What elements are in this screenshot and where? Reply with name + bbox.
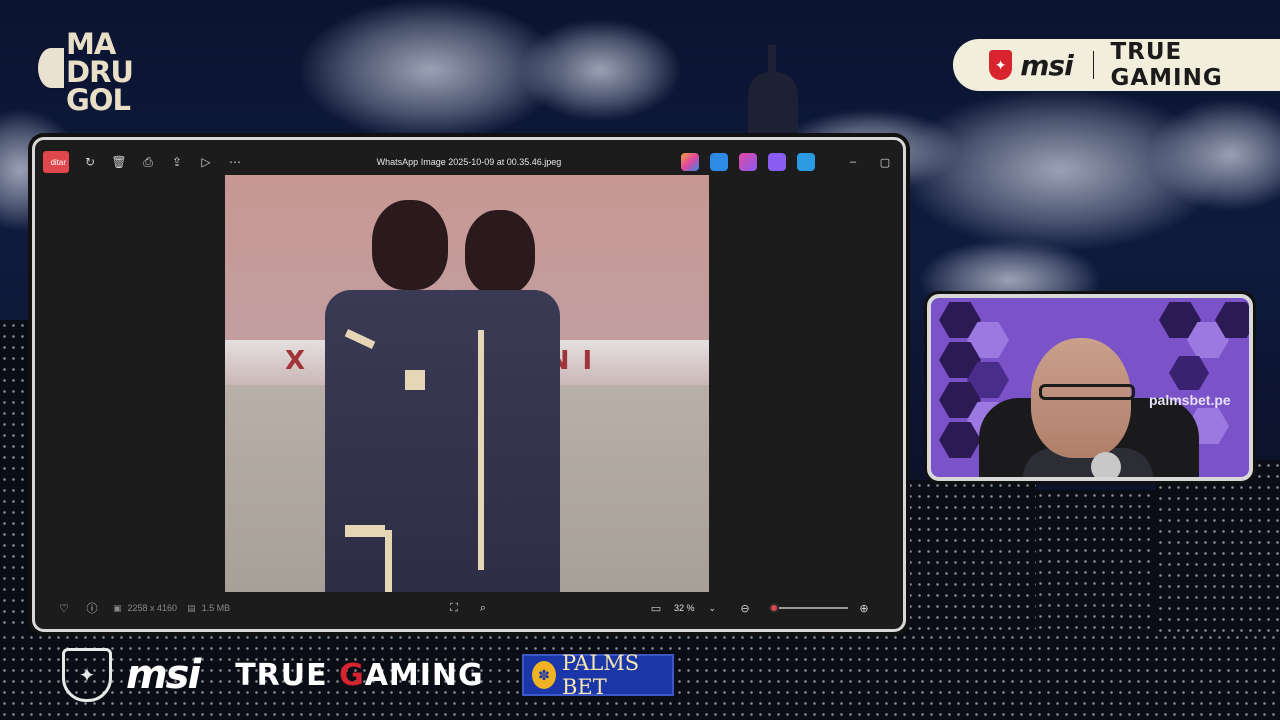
- msi-dragon-icon: ✦: [989, 50, 1013, 80]
- slideshow-icon[interactable]: ▷: [195, 151, 217, 173]
- cloud: [520, 20, 680, 120]
- palmsbet-text: palmsbet.pe: [1149, 392, 1231, 408]
- info-icon[interactable]: ⓘ: [83, 599, 101, 617]
- delete-icon[interactable]: 🗑: [108, 151, 130, 173]
- photo-viewer-window: ditar ↻ 🗑 ⎙ ⇪ ▷ ⋯ WhatsApp Image 2025-10…: [32, 137, 906, 632]
- palms-bet-text: PALMS BET: [561, 651, 640, 699]
- visual-search-icon[interactable]: ⌕: [474, 599, 492, 617]
- title-bar: ditar ↻ 🗑 ⎙ ⇪ ▷ ⋯ WhatsApp Image 2025-10…: [43, 148, 895, 176]
- file-size: 1.5 MB: [201, 603, 231, 613]
- msi-true-gaming-sponsor: ✦ msi TRUE GAMING: [62, 648, 484, 702]
- zoom-dropdown[interactable]: 32 % ⌄: [668, 597, 722, 619]
- true-gaming-text: TRUE GAMING: [1110, 39, 1223, 91]
- logo-line: DRU: [66, 55, 134, 89]
- print-icon[interactable]: ⎙: [137, 151, 159, 173]
- more-icon[interactable]: ⋯: [224, 151, 246, 173]
- paint-app-icon[interactable]: [768, 153, 786, 171]
- tg-part: AMING: [364, 657, 484, 693]
- zoom-value: 32 %: [674, 603, 695, 613]
- logo-line: GOL: [66, 83, 131, 117]
- chevron-down-icon: ⌄: [708, 602, 716, 613]
- copilot-app-icon[interactable]: [681, 153, 699, 171]
- true-gaming-text: TRUE GAMING: [235, 658, 483, 693]
- clipchamp-app-icon[interactable]: [710, 153, 728, 171]
- zoom-slider[interactable]: [768, 603, 848, 613]
- tower-top: [748, 72, 798, 142]
- zoom-in-icon[interactable]: ⊕: [855, 599, 873, 617]
- image-icon: ▣: [113, 602, 122, 613]
- banner-text: X: [285, 346, 308, 376]
- divider: [1092, 51, 1095, 79]
- file-icon: ▤: [187, 602, 196, 613]
- logo-line: MA: [66, 27, 116, 61]
- glasses: [1039, 384, 1135, 400]
- crop-icon[interactable]: ⛶: [445, 599, 463, 617]
- msi-wordmark: msi: [1020, 48, 1073, 82]
- onedrive-app-icon[interactable]: [797, 153, 815, 171]
- msi-wordmark: msi: [126, 652, 201, 698]
- minimize-button[interactable]: –: [845, 156, 861, 168]
- zoom-out-icon[interactable]: ⊖: [736, 599, 754, 617]
- fit-to-window-icon[interactable]: ▭: [647, 599, 665, 617]
- designer-app-icon[interactable]: [739, 153, 757, 171]
- rotate-icon[interactable]: ↻: [79, 151, 101, 173]
- tg-part: G: [339, 657, 365, 693]
- webcam-feed: palmsbet.pe: [927, 294, 1253, 481]
- palms-badge: [1169, 356, 1209, 390]
- msi-true-gaming-banner: ✦ msi TRUE GAMING: [953, 39, 1280, 91]
- restore-button[interactable]: ▢: [877, 156, 893, 169]
- madrugol-logo: MA DRU GOL: [36, 30, 156, 120]
- football-icon: [36, 46, 66, 90]
- app-icons: [681, 153, 815, 171]
- palms-bet-logo: ✽ PALMS BET: [522, 651, 674, 699]
- edit-button[interactable]: ditar: [43, 151, 69, 173]
- image-dimensions: 2258 x 4160: [127, 603, 178, 613]
- msi-dragon-icon: ✦: [62, 648, 112, 702]
- share-icon[interactable]: ⇪: [166, 151, 188, 173]
- tower-spire: [768, 45, 776, 75]
- photo-canvas[interactable]: X I N I: [225, 175, 709, 592]
- tg-part: TRUE: [235, 657, 340, 693]
- window-controls: – ▢: [845, 148, 893, 176]
- palm-tree-icon: ✽: [532, 661, 556, 689]
- status-bar: ♡ ⓘ ▣ 2258 x 4160 ▤ 1.5 MB ⛶ ⌕ ▭ 32 % ⌄ …: [43, 595, 895, 621]
- microphone-icon: [1091, 452, 1121, 477]
- favorite-icon[interactable]: ♡: [55, 599, 73, 617]
- zoom-slider-knob[interactable]: [768, 603, 779, 613]
